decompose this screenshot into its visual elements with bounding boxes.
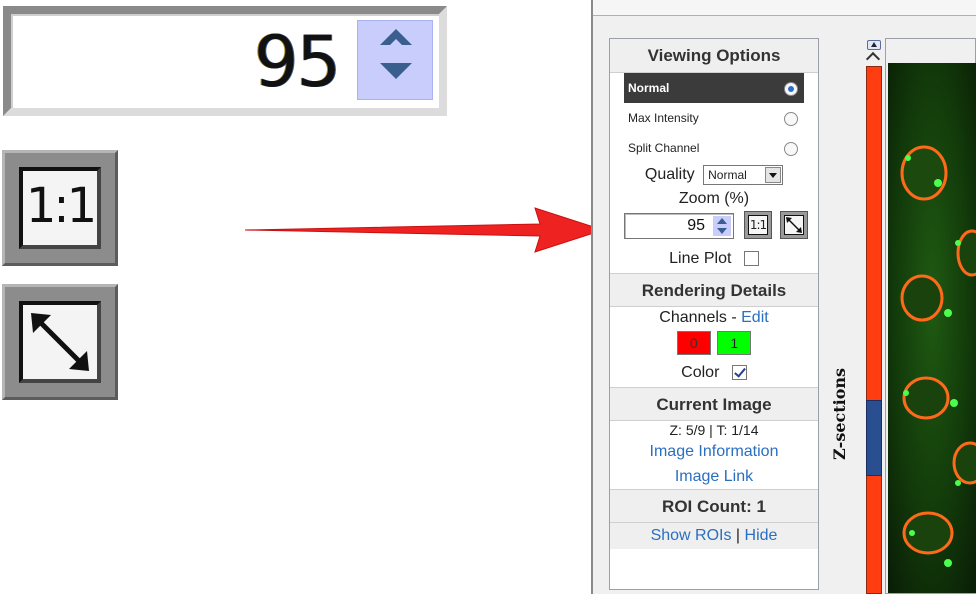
chevron-up-icon[interactable] [865,51,881,67]
channel-1-toggle[interactable]: 1 [717,331,752,355]
rendering-details-header: Rendering Details [610,273,818,307]
color-label: Color [681,364,720,381]
view-mode-label: Max Intensity [628,111,699,125]
link-separator: | [731,527,745,544]
quality-label: Quality [644,166,695,183]
view-mode-split-channel[interactable]: Split Channel [624,133,804,163]
viewer-side-panel: Viewing Options Normal Max Intensity Spl… [609,38,819,590]
zoom-spinner-magnified: 95 [3,6,447,116]
zoom-value: 95 [687,217,705,234]
image-link[interactable]: Image Link [610,464,818,489]
hide-rois-link[interactable]: Hide [745,527,778,544]
current-image-header: Current Image [610,387,818,421]
show-rois-link[interactable]: Show ROIs [651,527,732,544]
quality-select-value: Normal [708,167,747,182]
microscopy-image [888,63,976,593]
spinner-arrows-icon[interactable] [713,216,731,236]
roi-links-row: Show ROIs | Hide [610,523,818,549]
fit-icon-magnified [19,301,101,383]
z-t-position: Z: 5/9 | T: 1/14 [669,422,759,438]
channel-buttons: 0 1 [610,329,818,359]
channel-0-toggle[interactable]: 0 [676,331,711,355]
view-mode-max-intensity[interactable]: Max Intensity [624,103,804,133]
line-plot-row: Line Plot [610,245,818,273]
spinner-up-icon [380,29,412,49]
image-viewport[interactable] [885,38,976,594]
one-to-one-button-magnified: 1:1 [2,150,118,266]
channels-row: Channels - Edit [610,307,818,329]
roi-count: ROI Count: 1 [610,489,818,523]
one-to-one-label-magnified: 1:1 [19,167,101,249]
color-checkbox[interactable] [731,365,747,381]
spinner-arrows-icon [357,20,433,100]
view-mode-list: Normal Max Intensity Split Channel [624,73,804,163]
z-section-slider[interactable] [864,38,884,594]
edit-channels-link[interactable]: Edit [741,309,769,326]
z-slider-thumb[interactable] [866,400,882,476]
z-step-up-icon[interactable] [867,40,881,50]
callout-arrow-icon [245,207,605,253]
chevron-down-icon[interactable] [765,166,782,183]
one-to-one-label: 1:1 [748,215,768,235]
quality-row: Quality Normal [610,163,818,189]
radio-split-channel[interactable] [784,142,798,156]
resize-diagonal-icon [784,215,804,235]
one-to-one-button[interactable]: 1:1 [744,211,772,239]
view-mode-label: Split Channel [628,141,700,155]
channels-label: Channels - [659,309,742,326]
zoom-spinner-magnified-value: 95 [253,21,341,103]
radio-normal[interactable] [784,82,798,96]
view-mode-label: Normal [628,81,670,95]
zoom-row: 95 1:1 [610,211,818,245]
z-slider-track[interactable] [866,66,882,594]
image-information-link[interactable]: Image Information [610,439,818,464]
radio-max-intensity[interactable] [784,112,798,126]
quality-select[interactable]: Normal [703,164,784,185]
zoom-label: Zoom (%) [678,190,750,207]
viewing-options-header: Viewing Options [610,39,818,73]
view-mode-normal[interactable]: Normal [624,73,804,103]
line-plot-checkbox[interactable] [743,251,759,267]
window-top-bar [593,0,976,16]
line-plot-label: Line Plot [669,250,732,267]
fit-button-magnified [2,284,118,400]
spinner-down-icon [380,53,412,79]
color-row: Color [610,359,818,387]
fit-to-window-button[interactable] [780,211,808,239]
zoom-spinner[interactable]: 95 [624,213,734,239]
